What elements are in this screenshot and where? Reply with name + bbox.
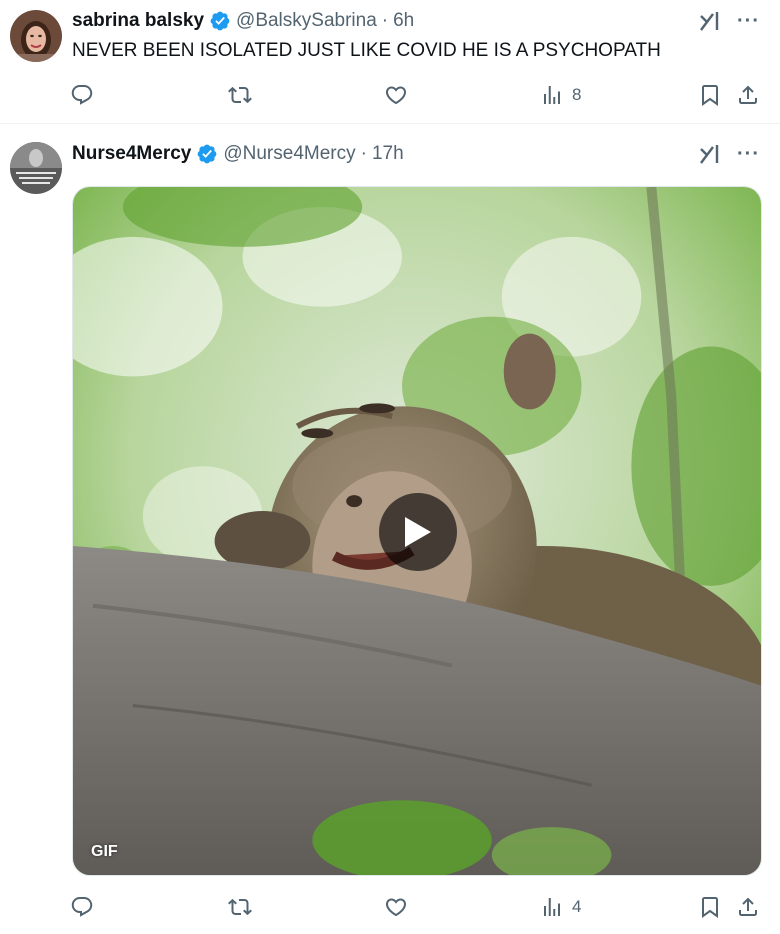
more-icon[interactable]: ··· <box>737 144 760 164</box>
grok-icon[interactable] <box>697 8 723 34</box>
share-button[interactable] <box>736 80 760 110</box>
views-icon <box>544 86 560 104</box>
display-name[interactable]: Nurse4Mercy <box>72 143 191 165</box>
timestamp[interactable]: 17h <box>372 143 404 165</box>
repost-button[interactable] <box>228 80 252 110</box>
like-button[interactable] <box>384 892 408 922</box>
like-icon <box>385 86 407 105</box>
reply-button[interactable] <box>70 80 94 110</box>
tweet-text: NEVER BEEN ISOLATED JUST LIKE COVID HE I… <box>72 40 661 61</box>
gif-badge: GIF <box>91 843 118 860</box>
views-icon <box>544 898 560 916</box>
action-bar: 4 <box>70 892 760 922</box>
handle[interactable]: @Nurse4Mercy <box>223 143 355 165</box>
timestamp[interactable]: 6h <box>393 10 414 32</box>
reply-icon <box>71 85 93 105</box>
like-icon <box>385 898 407 917</box>
verified-badge-icon <box>197 144 217 164</box>
grok-icon[interactable] <box>697 141 723 167</box>
separator: · <box>360 143 367 164</box>
like-button[interactable] <box>384 80 408 110</box>
gif-media[interactable]: GIF <box>72 186 762 876</box>
play-icon <box>405 517 431 547</box>
repost-icon <box>228 86 252 104</box>
share-button[interactable] <box>736 892 760 922</box>
repost-button[interactable] <box>228 892 252 922</box>
bookmark-icon <box>702 897 718 918</box>
avatar[interactable] <box>10 142 62 194</box>
share-icon <box>739 85 757 104</box>
share-icon <box>739 897 757 916</box>
tweet-header: sabrina balsky @BalskySabrina · 6h ··· <box>72 6 760 36</box>
handle[interactable]: @BalskySabrina <box>236 10 377 32</box>
bookmark-button[interactable] <box>698 892 722 922</box>
views-button[interactable]: 8 <box>540 80 581 110</box>
tweet[interactable]: sabrina balsky @BalskySabrina · 6h ··· N… <box>0 0 780 124</box>
reply-icon <box>71 897 93 917</box>
display-name[interactable]: sabrina balsky <box>72 10 204 32</box>
views-button[interactable]: 4 <box>540 892 581 922</box>
play-button[interactable] <box>379 493 457 571</box>
action-bar: 8 <box>70 80 760 110</box>
views-count: 4 <box>572 897 582 916</box>
tweet-header: Nurse4Mercy @Nurse4Mercy · 17h ··· <box>72 139 760 169</box>
tweet[interactable]: Nurse4Mercy @Nurse4Mercy · 17h ··· GIF 4 <box>0 124 780 934</box>
bookmark-button[interactable] <box>698 80 722 110</box>
more-icon[interactable]: ··· <box>737 11 760 31</box>
reply-button[interactable] <box>70 892 94 922</box>
avatar[interactable] <box>10 10 62 62</box>
separator: · <box>381 10 389 31</box>
bookmark-icon <box>702 85 718 106</box>
verified-badge-icon <box>210 11 230 31</box>
views-count: 8 <box>572 85 582 104</box>
repost-icon <box>228 898 252 916</box>
